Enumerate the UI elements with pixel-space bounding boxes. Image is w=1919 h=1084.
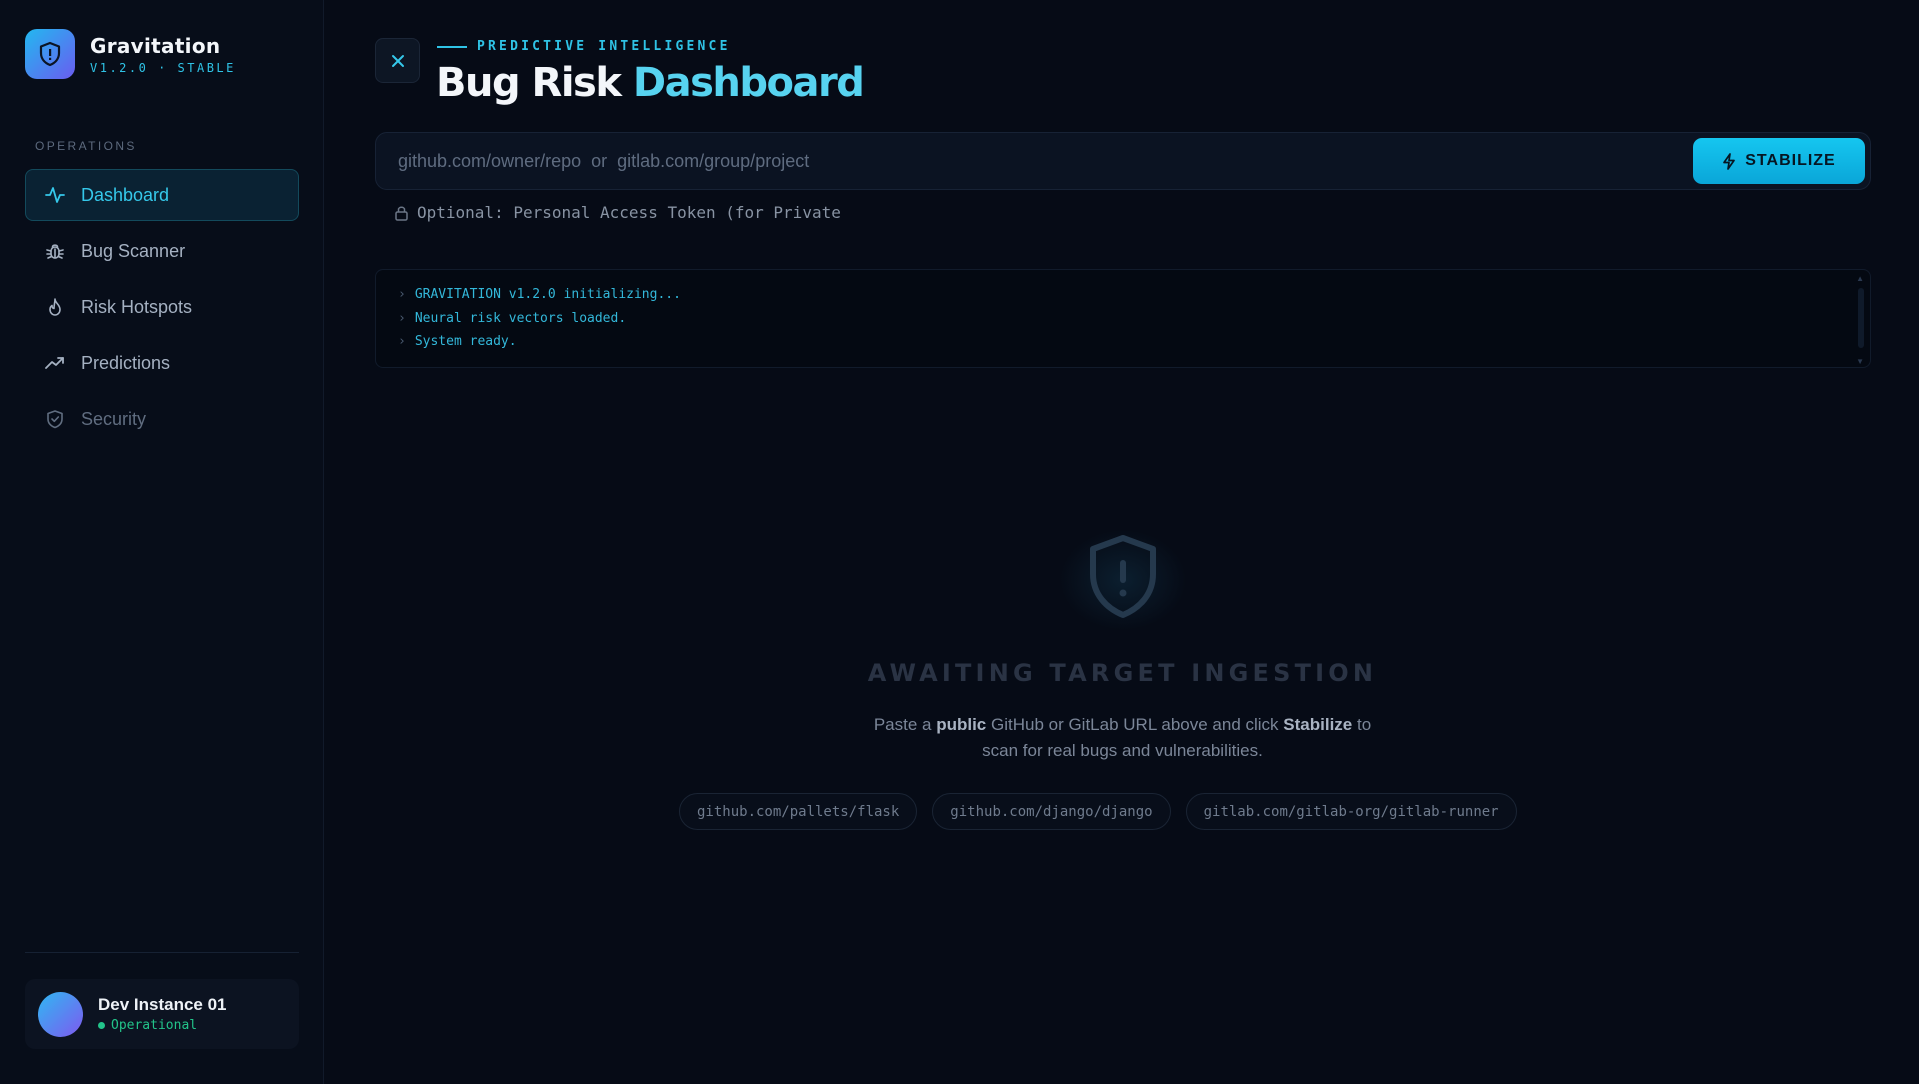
sidebar-divider [25,952,299,953]
page-eyebrow: PREDICTIVE INTELLIGENCE [437,39,731,54]
eyebrow-label: PREDICTIVE INTELLIGENCE [477,39,731,54]
sidebar-item-bug-scanner[interactable]: Bug Scanner [25,225,299,277]
lightning-icon [1722,152,1736,170]
page-title-main: Bug Risk [436,60,622,106]
close-button[interactable] [375,38,420,83]
user-name: Dev Instance 01 [98,995,227,1014]
desc-bold-public: public [936,715,987,734]
console-log[interactable]: › GRAVITATION v1.2.0 initializing... › N… [375,269,1871,368]
desc-text: Paste a [873,715,937,734]
sidebar-item-label: Risk Hotspots [81,296,193,317]
brand-version: V1.2.0 · STABLE [90,60,236,75]
sidebar-item-dashboard[interactable]: Dashboard [25,169,299,221]
example-chip-gitlab-runner[interactable]: gitlab.com/gitlab-org/gitlab-runner [1185,793,1517,830]
sidebar-item-label: Bug Scanner [81,240,186,261]
empty-state-title: AWAITING TARGET INGESTION [867,659,1378,687]
example-chip-flask[interactable]: github.com/pallets/flask [679,793,918,830]
example-chip-django[interactable]: github.com/django/django [932,793,1171,830]
sidebar-item-label: Dashboard [81,184,170,205]
eyebrow-line [437,45,467,48]
page-title: Bug Risk Dashboard [436,60,865,106]
stabilize-button-label: STABILIZE [1745,152,1836,169]
desc-bold-stabilize: Stabilize [1283,715,1353,734]
user-status: Operational [98,1018,227,1033]
sidebar-item-label: Predictions [81,352,171,373]
console-line-text: GRAVITATION v1.2.0 initializing... [414,287,681,303]
console-scrollbar[interactable] [1858,288,1864,348]
empty-state-description: Paste a public GitHub or GitLab URL abov… [860,712,1385,764]
repo-url-input[interactable] [398,133,1678,189]
console-line-text: Neural risk vectors loaded. [414,310,627,326]
brand[interactable]: Gravitation V1.2.0 · STABLE [25,29,236,79]
prompt-chevron-icon: › [398,287,406,303]
shield-logo-icon [25,29,75,79]
console-line: › System ready. [398,330,1870,354]
brand-name: Gravitation [90,33,221,58]
desc-text: GitHub or GitLab URL above and click [986,715,1284,734]
status-dot-icon [98,1022,105,1029]
lock-icon [394,205,409,221]
close-icon [390,53,406,69]
sidebar-nav: Dashboard Bug Scanner Risk Hotspots Pred… [25,169,299,449]
nav-section-label: OPERATIONS [35,139,137,153]
user-card[interactable]: Dev Instance 01 Operational [25,979,299,1049]
page-title-accent: Dashboard [632,60,865,106]
sidebar-item-risk-hotspots[interactable]: Risk Hotspots [25,281,299,333]
sidebar-item-label: Security [81,408,147,429]
trending-up-icon [44,352,66,374]
example-repos: github.com/pallets/flask github.com/djan… [679,793,1532,830]
avatar [38,991,83,1037]
console-line-text: System ready. [414,334,517,350]
flame-icon [44,296,66,318]
console-line: › Neural risk vectors loaded. [398,307,1870,331]
sidebar: Gravitation V1.2.0 · STABLE OPERATIONS D… [0,0,324,1084]
prompt-chevron-icon: › [398,334,406,350]
scroll-down-icon[interactable]: ▼ [1856,357,1864,366]
access-token-input[interactable] [417,203,937,222]
activity-icon [44,184,66,206]
sidebar-item-predictions[interactable]: Predictions [25,337,299,389]
sidebar-item-security[interactable]: Security [25,393,299,445]
shield-alert-icon [1085,532,1161,622]
repo-search-bar: STABILIZE [375,132,1871,190]
token-row [394,203,937,222]
stabilize-button[interactable]: STABILIZE [1693,138,1865,184]
user-status-label: Operational [111,1018,198,1033]
scroll-up-icon[interactable]: ▲ [1856,274,1864,283]
prompt-chevron-icon: › [398,310,406,326]
console-line: › GRAVITATION v1.2.0 initializing... [398,283,1870,307]
bug-icon [44,240,66,262]
shield-check-icon [44,408,66,430]
